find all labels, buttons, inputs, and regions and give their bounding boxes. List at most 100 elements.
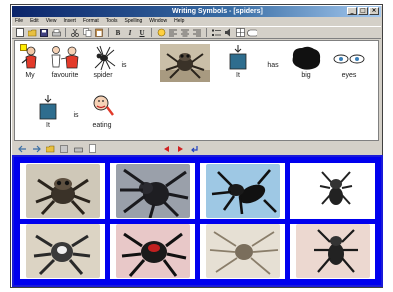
menu-format[interactable]: Format xyxy=(83,17,99,26)
folder-icon[interactable] xyxy=(45,144,55,153)
symbol-eyes[interactable]: eyes xyxy=(331,45,367,79)
cut-icon[interactable] xyxy=(70,28,80,38)
open-icon[interactable] xyxy=(27,28,37,38)
spider-photo xyxy=(25,163,100,218)
document-area[interactable]: My favourite spider is It has big eyes I… xyxy=(14,40,379,141)
save-icon[interactable] xyxy=(39,28,49,38)
print-icon[interactable] xyxy=(51,28,61,38)
page-icon[interactable] xyxy=(87,144,97,153)
toolbar-separator xyxy=(151,28,152,37)
symbol-icon[interactable] xyxy=(156,28,166,38)
copy-icon[interactable] xyxy=(82,28,92,38)
title-bar[interactable]: Writing Symbols - [spiders] _ □ × xyxy=(12,6,381,17)
menu-insert[interactable]: Insert xyxy=(63,17,76,26)
toolbar: B I U xyxy=(12,26,381,39)
disk-icon[interactable] xyxy=(59,144,69,153)
speak-icon[interactable] xyxy=(223,28,233,38)
new-icon[interactable] xyxy=(15,28,25,38)
symbol-my[interactable]: My xyxy=(19,45,41,79)
menu-window[interactable]: Window xyxy=(149,17,167,26)
menu-bar: File Edit View Insert Format Tools Spell… xyxy=(12,17,381,26)
left-arrow-icon[interactable] xyxy=(161,144,171,153)
window-title: Writing Symbols - [spiders] xyxy=(172,8,263,15)
symbol-it-2[interactable]: It xyxy=(37,95,59,129)
toolbar-separator xyxy=(206,28,207,37)
italic-icon[interactable]: I xyxy=(125,28,135,38)
eyes-icon xyxy=(333,54,365,64)
word-label: eyes xyxy=(341,72,357,79)
app-window: Writing Symbols - [spiders] _ □ × File E… xyxy=(10,4,383,288)
symbol-is-2[interactable]: is xyxy=(71,111,81,119)
close-button[interactable]: × xyxy=(369,7,379,15)
grid-cell[interactable] xyxy=(200,163,285,219)
favourite-people-icon xyxy=(51,46,79,69)
print-icon[interactable] xyxy=(73,144,83,153)
big-blob-icon xyxy=(292,46,321,70)
toolbar-separator xyxy=(65,28,66,37)
symbol-spider-photo[interactable] xyxy=(159,44,211,83)
symbol-big[interactable]: big xyxy=(289,45,323,79)
symbol-favourite[interactable]: favourite xyxy=(45,45,85,79)
it-pointer-icon xyxy=(39,95,57,120)
paste-icon[interactable] xyxy=(94,28,104,38)
grid-toolbar xyxy=(14,143,379,154)
spider-icon xyxy=(94,45,116,71)
menu-tools[interactable]: Tools xyxy=(106,17,118,26)
person-pointing-icon xyxy=(21,46,37,69)
grid-cell[interactable] xyxy=(290,223,375,279)
right-arrow-icon[interactable] xyxy=(175,144,185,153)
back-icon[interactable] xyxy=(17,144,27,153)
spider-photo xyxy=(115,163,190,218)
it-pointer-icon xyxy=(229,45,247,70)
toolbar-separator xyxy=(108,28,109,37)
window-controls: _ □ × xyxy=(347,7,379,15)
forward-icon[interactable] xyxy=(31,144,41,153)
grid-cell[interactable] xyxy=(20,163,105,219)
word-label: It xyxy=(46,122,50,129)
menu-spelling[interactable]: Spelling xyxy=(124,17,142,26)
eating-icon xyxy=(93,95,114,116)
menu-view[interactable]: View xyxy=(46,17,57,26)
bold-icon[interactable]: B xyxy=(113,28,123,38)
minimize-button[interactable]: _ xyxy=(347,7,357,15)
grid-cell[interactable] xyxy=(110,223,195,279)
symbol-has[interactable]: has xyxy=(263,61,283,69)
word-label: spider xyxy=(93,72,113,79)
symbol-eating[interactable]: eating xyxy=(85,93,119,129)
grid-cell[interactable] xyxy=(290,163,375,219)
spider-photo xyxy=(205,163,280,218)
return-icon[interactable] xyxy=(189,144,199,153)
spider-photo xyxy=(115,224,190,279)
maximize-button[interactable]: □ xyxy=(358,7,368,15)
symbol-is[interactable]: is xyxy=(119,61,129,69)
word-label: big xyxy=(301,72,311,79)
spider-photo xyxy=(295,224,370,279)
menu-edit[interactable]: Edit xyxy=(30,17,39,26)
grid-cell[interactable] xyxy=(20,223,105,279)
grid-cell[interactable] xyxy=(200,223,285,279)
word-label: is xyxy=(121,62,127,69)
spider-photo xyxy=(205,224,280,279)
grid-icon[interactable] xyxy=(235,28,245,38)
symbol-it[interactable]: It xyxy=(227,45,249,79)
word-label: It xyxy=(236,72,240,79)
word-label: My xyxy=(25,72,35,79)
toggle-icon[interactable] xyxy=(247,28,257,38)
menu-help[interactable]: Help xyxy=(174,17,184,26)
align-right-icon[interactable] xyxy=(192,28,202,38)
word-label: eating xyxy=(92,122,112,129)
symbol-spider[interactable]: spider xyxy=(89,45,117,79)
list-icon[interactable] xyxy=(211,28,221,38)
word-label: is xyxy=(73,112,79,119)
spider-photo-icon xyxy=(160,44,210,82)
spider-photo xyxy=(25,224,100,279)
spider-photo xyxy=(295,163,370,218)
symbol-grid xyxy=(12,155,383,287)
underline-icon[interactable]: U xyxy=(137,28,147,38)
align-center-icon[interactable] xyxy=(180,28,190,38)
word-label: has xyxy=(267,62,279,69)
menu-file[interactable]: File xyxy=(15,17,23,26)
align-left-icon[interactable] xyxy=(168,28,178,38)
grid-cell[interactable] xyxy=(110,163,195,219)
word-label: favourite xyxy=(51,72,79,79)
